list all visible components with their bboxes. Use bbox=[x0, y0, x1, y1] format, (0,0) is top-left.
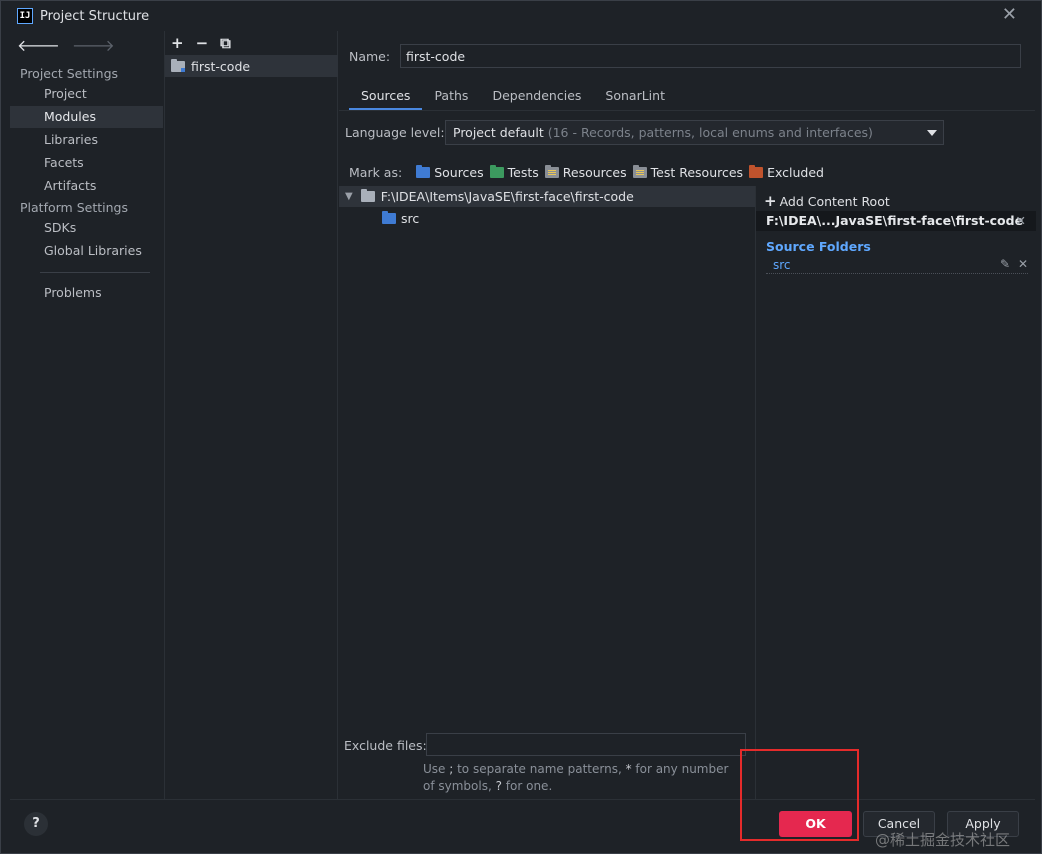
exclude-files-hint: Use ; to separate name patterns, * for a… bbox=[423, 762, 729, 793]
window-title: Project Structure bbox=[40, 9, 150, 24]
excluded-folder-icon bbox=[749, 165, 764, 178]
sidebar-item-sdks[interactable]: SDKs bbox=[10, 217, 163, 239]
footer-divider bbox=[10, 799, 1035, 800]
remove-content-root-icon[interactable]: ✕ bbox=[1016, 211, 1026, 231]
platform-settings-heading: Platform Settings bbox=[20, 200, 128, 215]
modules-panel: + − ⧉ first-code bbox=[164, 31, 338, 799]
close-icon[interactable]: ✕ bbox=[1002, 6, 1017, 24]
mark-excluded-button[interactable]: Excluded bbox=[749, 165, 824, 180]
sidebar-item-libraries[interactable]: Libraries bbox=[10, 129, 163, 151]
remove-module-icon[interactable]: − bbox=[196, 34, 209, 52]
mark-test-resources-label: Test Resources bbox=[650, 165, 744, 180]
tab-sources[interactable]: Sources bbox=[349, 84, 423, 110]
help-button[interactable]: ? bbox=[24, 812, 48, 836]
language-level-dropdown[interactable]: Project default (16 - Records, patterns,… bbox=[445, 120, 944, 145]
forward-arrow-icon[interactable]: 🡒 bbox=[72, 35, 115, 55]
title-bar: IJ Project Structure ✕ bbox=[1, 1, 1041, 31]
module-settings-panel: Name: Sources Paths Dependencies SonarLi… bbox=[339, 31, 1036, 799]
sidebar-divider bbox=[40, 272, 150, 273]
mark-sources-button[interactable]: Sources bbox=[416, 165, 484, 180]
intellij-app-icon: IJ bbox=[17, 8, 33, 24]
mark-tests-button[interactable]: Tests bbox=[489, 165, 539, 180]
tab-dependencies[interactable]: Dependencies bbox=[480, 84, 593, 110]
mark-resources-label: Resources bbox=[562, 165, 627, 180]
module-name-input[interactable] bbox=[400, 44, 1021, 68]
exclude-files-input[interactable] bbox=[426, 733, 746, 756]
source-folders-heading: Source Folders bbox=[766, 239, 871, 254]
module-list-item[interactable]: first-code bbox=[165, 55, 338, 77]
language-level-value: Project default bbox=[453, 125, 544, 140]
source-folder-row: src ✎ ✕ bbox=[766, 257, 1028, 274]
chevron-down-icon[interactable]: ▼ bbox=[345, 191, 353, 202]
module-badge-icon bbox=[181, 68, 185, 72]
source-folder-label: src bbox=[773, 258, 791, 272]
remove-source-folder-icon[interactable]: ✕ bbox=[1018, 257, 1028, 271]
plus-icon: + bbox=[764, 192, 777, 210]
content-root-path: F:\IDEA\...JavaSE\first-face\first-code bbox=[766, 213, 1024, 228]
tree-src-row[interactable]: src bbox=[382, 208, 419, 228]
mark-tests-label: Tests bbox=[507, 165, 539, 180]
test-resources-folder-icon bbox=[632, 165, 647, 178]
sidebar-item-modules[interactable]: Modules bbox=[10, 106, 163, 128]
sidebar-item-facets[interactable]: Facets bbox=[10, 152, 163, 174]
sidebar-item-project[interactable]: Project bbox=[10, 83, 163, 105]
exclude-files-label: Exclude files: bbox=[344, 738, 427, 753]
module-tabs: Sources Paths Dependencies SonarLint bbox=[349, 84, 677, 110]
mark-as-label: Mark as: bbox=[349, 165, 403, 180]
resources-folder-icon bbox=[544, 165, 559, 178]
content-roots-panel: + Add Content Root F:\IDEA\...JavaSE\firs… bbox=[755, 186, 1036, 799]
back-arrow-icon[interactable]: 🡐 bbox=[17, 35, 60, 55]
modules-toolbar: + − ⧉ bbox=[171, 34, 231, 52]
add-module-icon[interactable]: + bbox=[171, 34, 184, 52]
settings-sidebar: 🡐 🡒 Project Settings Project Modules Lib… bbox=[10, 31, 163, 799]
name-label: Name: bbox=[349, 49, 391, 64]
tests-folder-icon bbox=[489, 165, 504, 178]
tree-root-path: F:\IDEA\Items\JavaSE\first-face\first-co… bbox=[380, 189, 634, 204]
sidebar-item-problems[interactable]: Problems bbox=[10, 282, 163, 304]
watermark: @稀土掘金技术社区 bbox=[875, 831, 1011, 849]
mark-excluded-label: Excluded bbox=[767, 165, 824, 180]
content-root-tree: ▼ F:\IDEA\Items\JavaSE\first-face\first-… bbox=[339, 186, 755, 726]
folder-icon bbox=[360, 189, 375, 202]
mark-sources-label: Sources bbox=[434, 165, 484, 180]
dropdown-caret-icon bbox=[927, 130, 937, 136]
mark-resources-button[interactable]: Resources bbox=[544, 165, 627, 180]
project-structure-dialog: IJ Project Structure ✕ 🡐 🡒 Project Setti… bbox=[0, 0, 1042, 854]
content-root-header: F:\IDEA\...JavaSE\first-face\first-code … bbox=[756, 211, 1036, 231]
tree-root-row[interactable]: ▼ F:\IDEA\Items\JavaSE\first-face\first-… bbox=[339, 186, 755, 207]
tabs-divider bbox=[339, 110, 1035, 111]
copy-module-icon[interactable]: ⧉ bbox=[220, 34, 231, 52]
mark-test-resources-button[interactable]: Test Resources bbox=[632, 165, 744, 180]
add-content-root-label: Add Content Root bbox=[779, 194, 890, 209]
ok-button[interactable]: OK bbox=[779, 811, 852, 837]
mark-as-bar: Mark as: Sources Tests Resources Test Re… bbox=[349, 165, 824, 180]
module-name: first-code bbox=[191, 58, 251, 74]
project-settings-heading: Project Settings bbox=[20, 66, 119, 81]
language-level-label: Language level: bbox=[345, 125, 445, 140]
edit-pencil-icon[interactable]: ✎ bbox=[1000, 257, 1010, 271]
sidebar-item-artifacts[interactable]: Artifacts bbox=[10, 175, 163, 197]
language-level-detail: (16 - Records, patterns, local enums and… bbox=[547, 125, 873, 140]
source-folder-icon bbox=[382, 210, 396, 224]
sidebar-item-global-libraries[interactable]: Global Libraries bbox=[10, 240, 163, 262]
tree-src-label: src bbox=[401, 210, 420, 226]
add-content-root-button[interactable]: + Add Content Root bbox=[764, 192, 890, 210]
tab-paths[interactable]: Paths bbox=[422, 84, 480, 110]
sources-folder-icon bbox=[416, 165, 431, 178]
nav-arrows: 🡐 🡒 bbox=[17, 35, 115, 55]
tab-sonarlint[interactable]: SonarLint bbox=[593, 84, 677, 110]
